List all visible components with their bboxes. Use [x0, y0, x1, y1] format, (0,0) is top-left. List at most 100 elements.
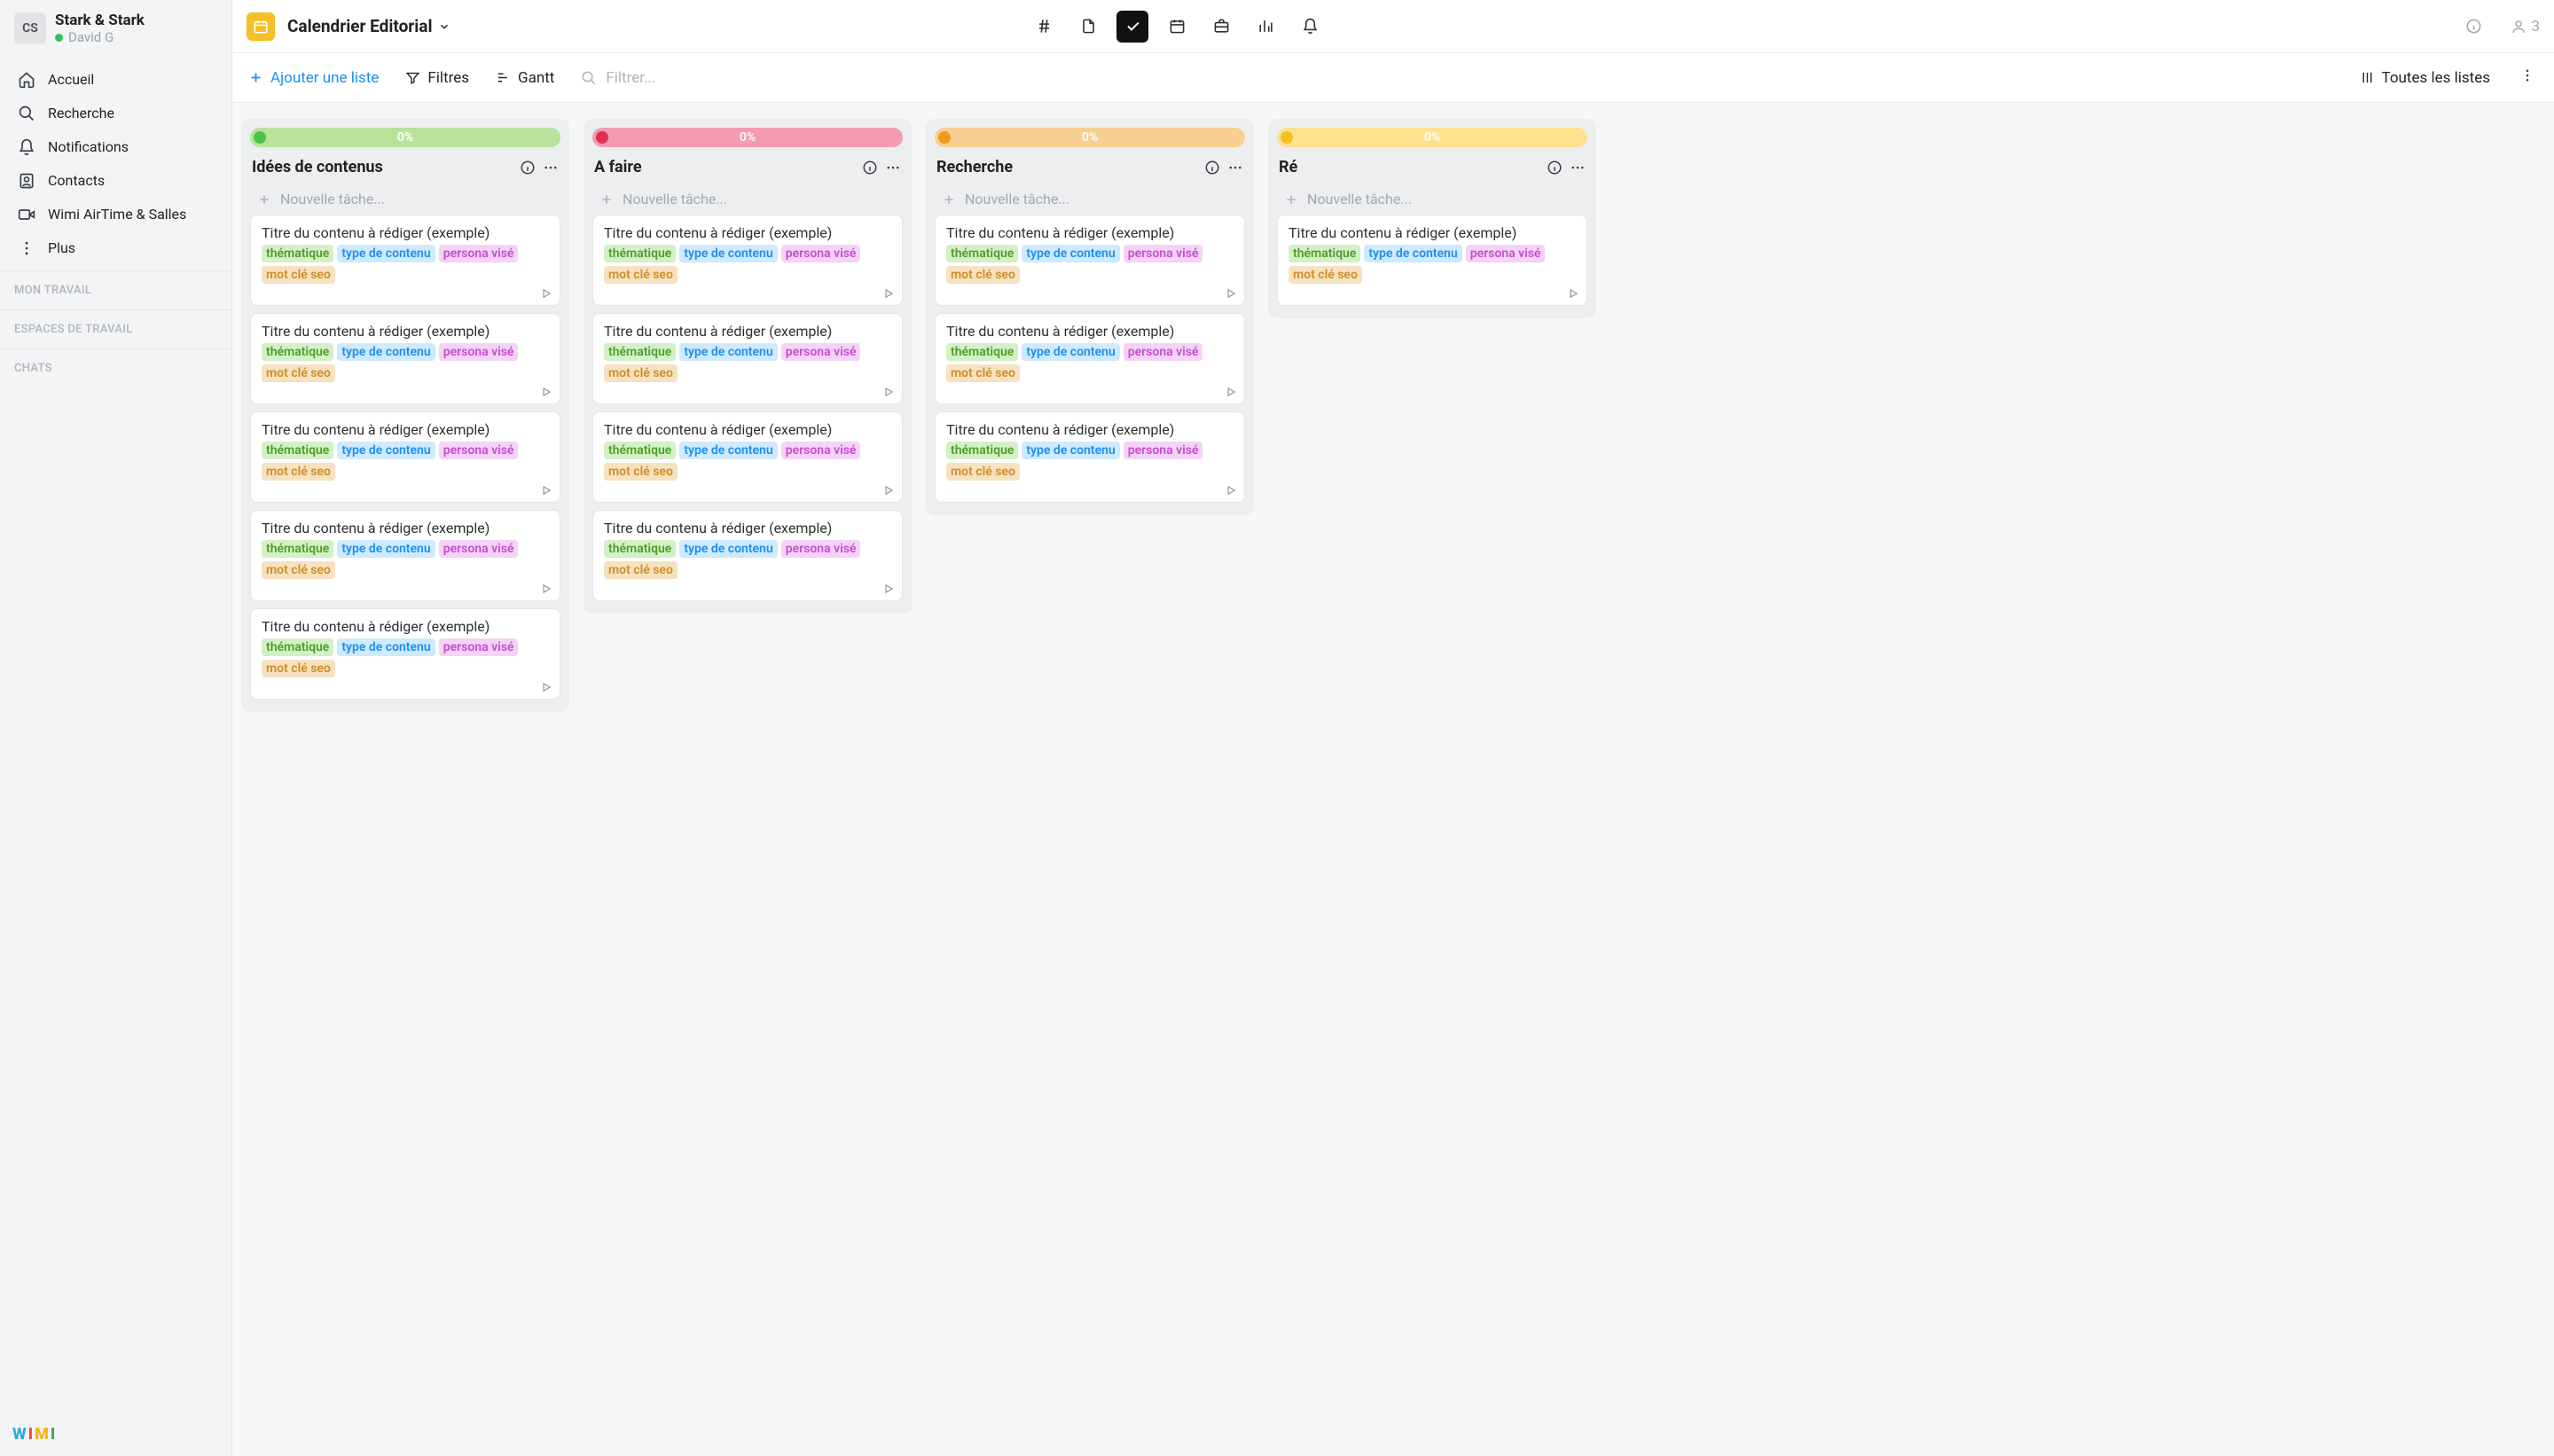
dots-icon[interactable]: [1227, 160, 1243, 176]
project-name[interactable]: Calendrier Editorial: [287, 16, 450, 36]
list-title[interactable]: Idées de contenus: [252, 158, 513, 176]
tag-type[interactable]: type de contenu: [337, 442, 435, 459]
tag-persona[interactable]: persona visé: [781, 343, 861, 361]
list-title[interactable]: A faire: [594, 158, 855, 176]
task-card[interactable]: Titre du contenu à rédiger (exemple) thé…: [250, 313, 560, 404]
tag-persona[interactable]: persona visé: [781, 442, 861, 459]
tag-seo[interactable]: mot clé seo: [262, 463, 335, 481]
play-icon[interactable]: [882, 583, 895, 595]
section-my-work[interactable]: MON TRAVAIL: [0, 270, 231, 309]
section-workspaces[interactable]: ESPACES DE TRAVAIL: [0, 309, 231, 348]
tag-persona[interactable]: persona visé: [1124, 245, 1203, 262]
play-icon[interactable]: [1225, 386, 1237, 398]
tag-seo[interactable]: mot clé seo: [262, 266, 335, 284]
task-card[interactable]: Titre du contenu à rédiger (exemple) thé…: [592, 411, 903, 503]
tag-seo[interactable]: mot clé seo: [262, 364, 335, 382]
play-icon[interactable]: [882, 287, 895, 300]
tag-seo[interactable]: mot clé seo: [262, 660, 335, 677]
tag-seo[interactable]: mot clé seo: [946, 463, 1020, 481]
info-button[interactable]: [2457, 11, 2489, 43]
tag-seo[interactable]: mot clé seo: [604, 266, 678, 284]
view-channels[interactable]: [1028, 11, 1060, 43]
view-calendar[interactable]: [1161, 11, 1193, 43]
tag-theme[interactable]: thématique: [946, 245, 1018, 262]
tag-type[interactable]: type de contenu: [679, 245, 777, 262]
task-card[interactable]: Titre du contenu à rédiger (exemple) thé…: [592, 510, 903, 601]
info-icon[interactable]: [1547, 160, 1563, 176]
info-icon[interactable]: [1204, 160, 1220, 176]
tag-type[interactable]: type de contenu: [1364, 245, 1461, 262]
play-icon[interactable]: [540, 386, 552, 398]
task-card[interactable]: Titre du contenu à rédiger (exemple) thé…: [250, 510, 560, 601]
tag-type[interactable]: type de contenu: [1022, 442, 1119, 459]
tag-type[interactable]: type de contenu: [337, 540, 435, 558]
tag-persona[interactable]: persona visé: [439, 638, 519, 656]
task-card[interactable]: Titre du contenu à rédiger (exemple) thé…: [592, 313, 903, 404]
tag-seo[interactable]: mot clé seo: [604, 364, 678, 382]
view-reports[interactable]: [1250, 11, 1281, 43]
org-header[interactable]: CS Stark & Stark David G: [0, 0, 231, 58]
tag-persona[interactable]: persona visé: [1124, 343, 1203, 361]
tag-seo[interactable]: mot clé seo: [262, 561, 335, 579]
nav-notifications[interactable]: Notifications: [0, 130, 231, 164]
tag-persona[interactable]: persona visé: [1466, 245, 1546, 262]
list-title[interactable]: Recherche: [936, 158, 1197, 176]
tag-type[interactable]: type de contenu: [1022, 245, 1119, 262]
task-card[interactable]: Titre du contenu à rédiger (exemple) thé…: [592, 215, 903, 306]
toolbar-more[interactable]: [2517, 67, 2538, 88]
filter-input[interactable]: [606, 69, 739, 87]
nav-more[interactable]: Plus: [0, 231, 231, 265]
tag-persona[interactable]: persona visé: [439, 540, 519, 558]
tag-persona[interactable]: persona visé: [439, 245, 519, 262]
filters-button[interactable]: Filtres: [405, 69, 469, 87]
tag-theme[interactable]: thématique: [604, 245, 676, 262]
play-icon[interactable]: [540, 287, 552, 300]
tag-theme[interactable]: thématique: [262, 343, 333, 361]
view-tasks[interactable]: [1116, 11, 1148, 43]
tag-type[interactable]: type de contenu: [337, 245, 435, 262]
tag-theme[interactable]: thématique: [1289, 245, 1360, 262]
tag-type[interactable]: type de contenu: [337, 638, 435, 656]
add-list-button[interactable]: Ajouter une liste: [248, 69, 379, 87]
task-card[interactable]: Titre du contenu à rédiger (exemple) thé…: [250, 608, 560, 700]
tag-type[interactable]: type de contenu: [337, 343, 435, 361]
tag-theme[interactable]: thématique: [604, 442, 676, 459]
play-icon[interactable]: [882, 386, 895, 398]
tag-persona[interactable]: persona visé: [439, 343, 519, 361]
tag-seo[interactable]: mot clé seo: [604, 463, 678, 481]
tag-seo[interactable]: mot clé seo: [604, 561, 678, 579]
info-icon[interactable]: [862, 160, 878, 176]
task-card[interactable]: Titre du contenu à rédiger (exemple) thé…: [935, 411, 1245, 503]
dots-icon[interactable]: [885, 160, 901, 176]
tag-type[interactable]: type de contenu: [679, 442, 777, 459]
tag-theme[interactable]: thématique: [604, 540, 676, 558]
task-card[interactable]: Titre du contenu à rédiger (exemple) thé…: [935, 313, 1245, 404]
play-icon[interactable]: [1225, 484, 1237, 497]
tag-persona[interactable]: persona visé: [439, 442, 519, 459]
new-task-button[interactable]: Nouvelle tâche...: [592, 185, 903, 215]
play-icon[interactable]: [540, 484, 552, 497]
tag-persona[interactable]: persona visé: [781, 540, 861, 558]
view-briefcase[interactable]: [1205, 11, 1237, 43]
play-icon[interactable]: [540, 681, 552, 693]
tag-persona[interactable]: persona visé: [781, 245, 861, 262]
nav-contacts[interactable]: Contacts: [0, 164, 231, 198]
section-chats[interactable]: CHATS: [0, 348, 231, 387]
tag-theme[interactable]: thématique: [604, 343, 676, 361]
play-icon[interactable]: [1567, 287, 1579, 300]
tag-persona[interactable]: persona visé: [1124, 442, 1203, 459]
new-task-button[interactable]: Nouvelle tâche...: [1277, 185, 1587, 215]
tag-theme[interactable]: thématique: [262, 245, 333, 262]
task-card[interactable]: Titre du contenu à rédiger (exemple) thé…: [250, 215, 560, 306]
tag-type[interactable]: type de contenu: [1022, 343, 1119, 361]
kanban-board[interactable]: 0% Idées de contenus Nouvelle tâche... T…: [232, 103, 2554, 1456]
tag-theme[interactable]: thématique: [262, 442, 333, 459]
gantt-button[interactable]: Gantt: [496, 69, 554, 87]
nav-search[interactable]: Recherche: [0, 97, 231, 130]
nav-home[interactable]: Accueil: [0, 63, 231, 97]
tag-type[interactable]: type de contenu: [679, 343, 777, 361]
user-count[interactable]: 3: [2511, 18, 2540, 35]
tag-seo[interactable]: mot clé seo: [1289, 266, 1362, 284]
task-card[interactable]: Titre du contenu à rédiger (exemple) thé…: [935, 215, 1245, 306]
all-lists-button[interactable]: Toutes les listes: [2360, 69, 2491, 87]
